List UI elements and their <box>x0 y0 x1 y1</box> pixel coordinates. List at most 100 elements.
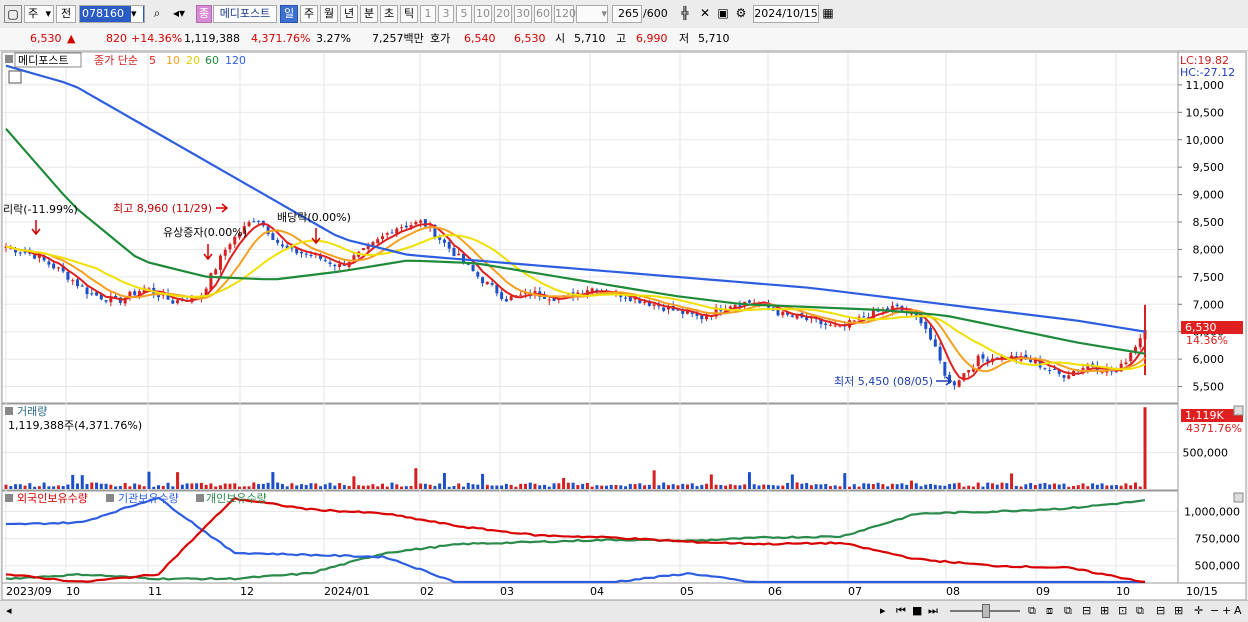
count-input[interactable]: 265 <box>612 5 642 23</box>
candle-body <box>323 260 327 262</box>
volume-bar <box>214 486 218 489</box>
x-tick-label: 04 <box>590 585 604 598</box>
interval-10[interactable]: 10 <box>474 5 492 23</box>
crosshair-icon[interactable]: ✛ <box>1194 604 1203 617</box>
stop-icon[interactable]: ■ <box>912 604 922 617</box>
rewind-icon[interactable]: ⏮ <box>896 604 906 618</box>
volume-pct: 4,371.76% <box>251 32 311 45</box>
panel-tag-icon <box>5 407 13 415</box>
x-tick-label: 06 <box>768 585 782 598</box>
stock-chart[interactable]: 2023/09 10 11 12 2024/01 02 03 04 05 06 07 08 09 10 10… <box>0 50 1248 600</box>
code-input[interactable]: 078160 ▾ <box>79 5 145 23</box>
close-icon[interactable] <box>1233 405 1244 416</box>
tool-icon[interactable]: ⊞ <box>1174 604 1183 617</box>
zoom-in-icon[interactable]: + <box>1222 604 1231 617</box>
candle-body <box>75 279 79 286</box>
volume-bar <box>271 472 275 489</box>
volume-bar <box>695 486 699 489</box>
candle-body <box>1062 375 1066 378</box>
legend-foreign: 외국인보유수량 <box>17 492 88 505</box>
interval-60[interactable]: 60 <box>534 5 552 23</box>
chevron-down-icon: ▾ <box>601 7 607 20</box>
zoom-out-icon[interactable]: − <box>1210 604 1219 617</box>
volume-bar <box>523 483 527 489</box>
period-day[interactable]: 일 <box>280 5 298 23</box>
volume-bar <box>714 484 718 489</box>
period-week[interactable]: 주 <box>300 5 318 23</box>
volume-bar <box>843 473 847 489</box>
volume-bar <box>895 484 899 489</box>
interval-3[interactable]: 3 <box>438 5 454 23</box>
period-year[interactable]: 년 <box>340 5 358 23</box>
interval-5[interactable]: 5 <box>456 5 472 23</box>
scroll-left-icon[interactable]: ◂ <box>6 604 12 617</box>
period-second[interactable]: 초 <box>380 5 398 23</box>
volume-bar <box>976 482 980 489</box>
candle-icon[interactable]: ╬ <box>676 5 694 23</box>
volume-bar <box>728 484 732 489</box>
calendar-icon[interactable]: ▦ <box>819 5 837 23</box>
interval-20[interactable]: 20 <box>494 5 512 23</box>
zoom-slider-handle[interactable] <box>982 604 990 618</box>
x-tick-label: 10 <box>66 585 80 598</box>
high-price: 6,990 <box>636 32 668 45</box>
volume-bar <box>666 485 670 489</box>
tool-icon[interactable]: ⧈ <box>1046 604 1053 618</box>
x-tick-label: 12 <box>240 585 254 598</box>
window-icon[interactable]: ▢ <box>4 5 22 23</box>
volume-bar <box>1133 482 1137 489</box>
volume-bar <box>1067 486 1071 489</box>
tool-icon[interactable]: ⧉ <box>1064 604 1072 618</box>
tool-icon[interactable]: ⊡ <box>1118 604 1127 617</box>
candle-body <box>1048 370 1052 372</box>
tool-icon[interactable]: ⧉ <box>1136 604 1144 618</box>
legend-ma10: 10 <box>166 54 180 67</box>
save-icon[interactable]: ▣ <box>714 5 732 23</box>
tool-icon[interactable]: ⊞ <box>1100 604 1109 617</box>
interval-1[interactable]: 1 <box>420 5 436 23</box>
scroll-right-icon[interactable]: ▸ <box>880 604 886 617</box>
search-icon[interactable]: ⌕ <box>148 5 166 23</box>
volume-bar <box>962 486 966 489</box>
volume-bar <box>552 483 556 489</box>
date-input[interactable]: 2024/10/15 <box>753 5 819 23</box>
interval-dropdown[interactable]: ▾ <box>576 5 608 23</box>
volume-bar <box>771 485 775 489</box>
volume-bar <box>137 484 141 489</box>
candle-body <box>871 309 875 320</box>
fast-forward-icon[interactable]: ⏭ <box>928 604 938 618</box>
tool-icon[interactable]: ⊟ <box>1156 604 1165 617</box>
close-icon[interactable] <box>1233 492 1244 503</box>
speaker-icon[interactable]: ◂▾ <box>166 5 192 23</box>
table-icon[interactable] <box>8 70 22 84</box>
font-size-icon[interactable]: A <box>1234 604 1242 617</box>
volume-bar <box>442 472 446 489</box>
interval-30[interactable]: 30 <box>514 5 532 23</box>
market-select[interactable]: 주 ▾ <box>24 5 54 23</box>
period-month[interactable]: 월 <box>320 5 338 23</box>
crosshair-icon[interactable]: ✕ <box>696 5 714 23</box>
tool-icon[interactable]: ⧉ <box>1028 604 1036 618</box>
candle-body <box>700 315 704 320</box>
gear-icon[interactable]: ⚙ <box>732 5 750 23</box>
prev-button[interactable]: 전 <box>56 5 76 23</box>
x-tick-label: 10/15 <box>1186 585 1218 598</box>
period-minute[interactable]: 분 <box>360 5 378 23</box>
volume-bar <box>14 484 18 489</box>
volume-bar <box>266 482 270 489</box>
candle-body <box>228 244 232 250</box>
volume-bar <box>643 485 647 489</box>
volume-bar <box>867 483 871 489</box>
volume-bar <box>809 485 813 489</box>
volume-bar <box>1057 484 1061 489</box>
volume-bar <box>585 482 589 489</box>
tool-icon[interactable]: ⊟ <box>1082 604 1091 617</box>
candle-body <box>414 221 418 225</box>
candle-body <box>790 315 794 317</box>
period-tick[interactable]: 틱 <box>400 5 418 23</box>
volume-bar <box>852 484 856 489</box>
candle-body <box>385 233 389 235</box>
interval-120[interactable]: 120 <box>554 5 576 23</box>
volume-bar <box>314 483 318 489</box>
volume-bar <box>762 484 766 489</box>
